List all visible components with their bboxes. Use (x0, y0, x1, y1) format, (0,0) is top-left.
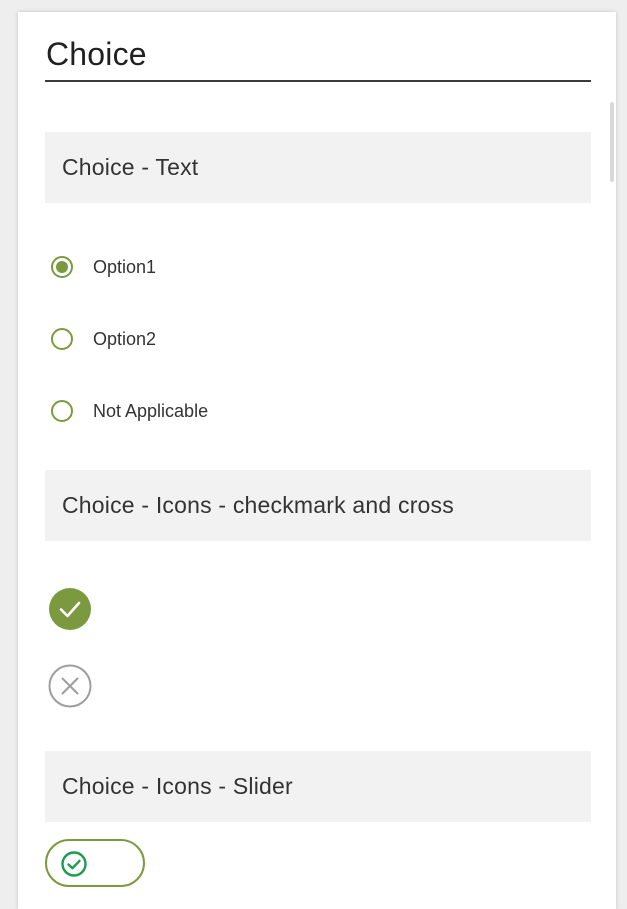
radio-option-2[interactable]: Option2 (51, 324, 156, 354)
radio-option-label: Option2 (93, 328, 157, 349)
radio-selected-icon[interactable] (51, 256, 73, 278)
section-header-label: Choice - Icons - checkmark and cross (62, 492, 454, 518)
radio-unselected-icon[interactable] (51, 328, 73, 350)
checkmark-circle-icon[interactable] (61, 851, 87, 877)
choice-form-card: Choice Choice - Text Option1 Option2 Not… (18, 12, 616, 909)
title-underline (45, 80, 591, 82)
radio-option-label: Option1 (93, 256, 157, 277)
radio-unselected-icon[interactable] (51, 400, 73, 422)
radio-option-label: Not Applicable (93, 400, 209, 421)
section-header-choice-slider: Choice - Icons - Slider (45, 751, 591, 822)
slider-toggle[interactable] (45, 839, 145, 887)
section-header-choice-text: Choice - Text (45, 132, 591, 203)
checkmark-circle-icon[interactable] (48, 587, 92, 631)
page-title: Choice (46, 36, 147, 72)
scrollbar[interactable] (610, 102, 614, 182)
section-header-label: Choice - Text (62, 154, 199, 180)
radio-option-not-applicable[interactable]: Not Applicable (51, 396, 208, 426)
section-header-label: Choice - Icons - Slider (62, 773, 293, 799)
cross-circle-icon[interactable] (48, 664, 92, 708)
radio-option-1[interactable]: Option1 (51, 252, 156, 282)
section-header-choice-icons: Choice - Icons - checkmark and cross (45, 470, 591, 541)
